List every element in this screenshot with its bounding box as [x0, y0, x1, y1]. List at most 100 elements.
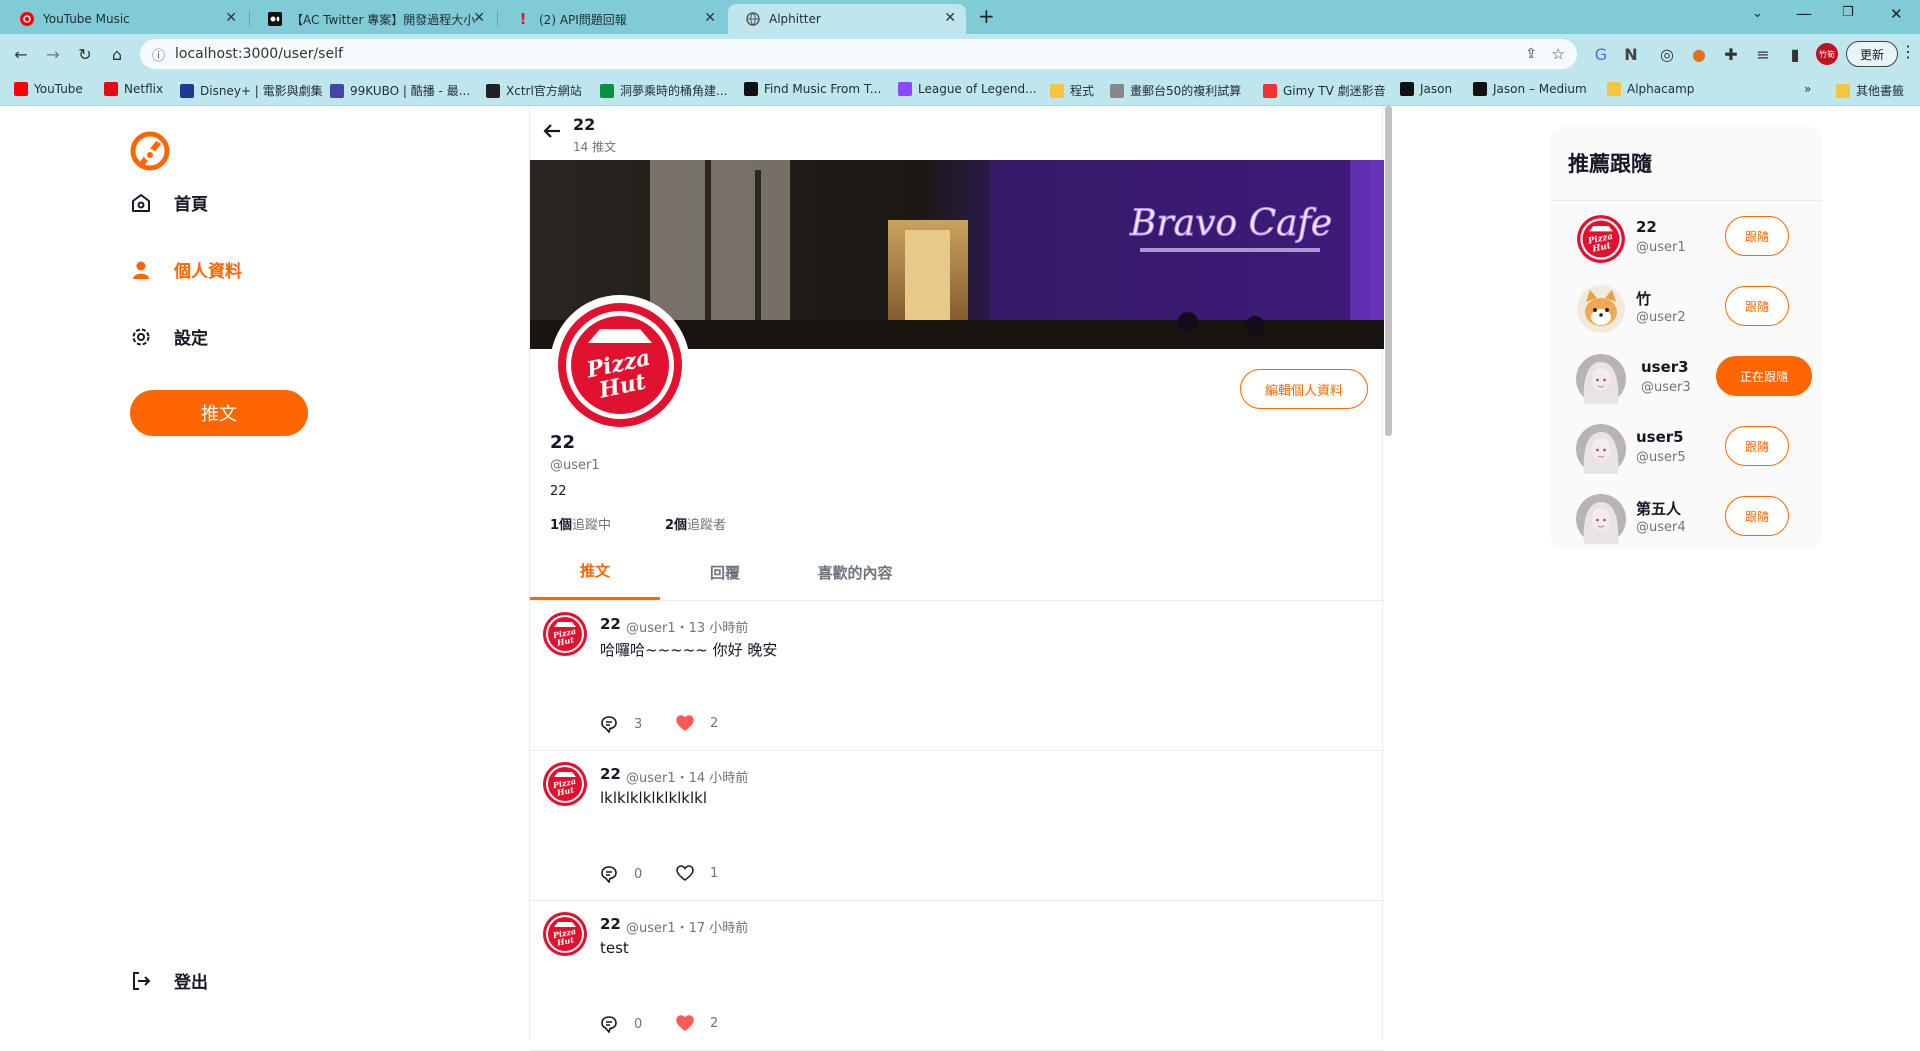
logout-button[interactable]: 登出: [130, 968, 208, 993]
tweet-item[interactable]: Pizza Hut 22 @user1・13 小時前 哈囉哈~~~~~ 你好 晚安…: [530, 601, 1384, 751]
recommend-user: Pizza Hut 22 @user1 跟隨: [1576, 210, 1816, 266]
tab-likes[interactable]: 喜歡的內容: [790, 544, 920, 600]
browser-tab[interactable]: ! (2) API問題回報 ✕: [498, 4, 726, 34]
bookmark-item[interactable]: Jason – Medium: [1473, 82, 1587, 96]
extension-cookie-icon[interactable]: ●: [1688, 43, 1710, 65]
more-bookmarks-icon[interactable]: »: [1804, 82, 1811, 96]
profile-avatar[interactable]: Pizza Hut: [550, 295, 690, 435]
extension-circle-icon[interactable]: ◎: [1656, 43, 1678, 65]
other-bookmarks[interactable]: 其他書籤: [1836, 82, 1904, 99]
like-button[interactable]: 2: [676, 1015, 718, 1031]
tab-search-icon[interactable]: ⌄: [1752, 6, 1763, 21]
browser-tab[interactable]: 【AC Twitter 專案】開發過程大小 ✕: [250, 4, 495, 34]
follow-button[interactable]: 跟隨: [1725, 496, 1789, 536]
follow-button-label: 跟隨: [1744, 229, 1769, 244]
medium-icon: [268, 12, 282, 26]
reply-button[interactable]: 3: [600, 715, 642, 733]
bookmark-icon: [1263, 83, 1277, 98]
bookmark-item[interactable]: Alphacamp: [1607, 82, 1694, 96]
recommend-avatar[interactable]: [1576, 424, 1626, 474]
window-close-icon[interactable]: ✕: [1890, 5, 1903, 23]
bookmark-item[interactable]: Xctrl官方網站: [486, 82, 582, 99]
sidebar-item-label: 個人資料: [174, 262, 242, 282]
reply-button[interactable]: 0: [600, 1015, 642, 1033]
browser-tab-active[interactable]: Alphitter ✕: [728, 4, 966, 34]
tweet-button-label: 推文: [201, 404, 237, 424]
close-icon[interactable]: ✕: [473, 10, 485, 26]
restore-icon[interactable]: ❐: [1842, 5, 1854, 20]
sidebar-item-home[interactable]: 首頁: [130, 190, 208, 215]
back-arrow-icon[interactable]: [543, 123, 561, 139]
bookmark-item[interactable]: 程式: [1050, 82, 1094, 99]
tweet-avatar[interactable]: Pizza Hut: [542, 761, 588, 807]
recommend-avatar[interactable]: [1576, 494, 1626, 544]
like-button[interactable]: 1: [676, 865, 718, 881]
tweet-avatar[interactable]: Pizza Hut: [542, 911, 588, 957]
bookmark-item[interactable]: Find Music From T...: [744, 82, 881, 96]
edit-profile-button[interactable]: 編輯個人資料: [1240, 369, 1368, 409]
reading-list-icon[interactable]: ≡: [1752, 43, 1774, 65]
bookmark-item[interactable]: YouTube: [14, 82, 83, 96]
bookmark-item[interactable]: Jason: [1400, 82, 1452, 96]
tweet-item[interactable]: Pizza Hut 22 @user1・17 小時前 test 0 2: [530, 901, 1384, 1051]
followers-link[interactable]: 2個 追蹤者: [665, 514, 726, 533]
reply-button[interactable]: 0: [600, 865, 642, 883]
like-count: 1: [710, 865, 719, 881]
bookmark-icon: [1110, 83, 1124, 98]
side-panel-icon[interactable]: ▮: [1784, 43, 1806, 65]
reload-icon[interactable]: ↻: [74, 43, 96, 65]
minimize-icon[interactable]: —: [1796, 4, 1812, 23]
back-icon[interactable]: ←: [10, 43, 32, 65]
bookmark-item[interactable]: 洞夢乘時的桶角建...: [600, 82, 727, 99]
follow-button[interactable]: 跟隨: [1725, 216, 1789, 256]
recommend-handle: @user3: [1641, 380, 1691, 395]
tweet-author-name: 22: [600, 765, 621, 783]
follow-button[interactable]: 跟隨: [1725, 286, 1789, 326]
close-icon[interactable]: ✕: [944, 10, 956, 26]
close-icon[interactable]: ✕: [225, 10, 237, 26]
recommend-avatar[interactable]: [1576, 354, 1626, 404]
recommend-handle: @user2: [1636, 310, 1686, 325]
bookmark-label: Jason – Medium: [1493, 82, 1587, 96]
home-icon[interactable]: ⌂: [106, 43, 128, 65]
bookmark-item[interactable]: 99KUBO | 酷播 - 最...: [330, 82, 470, 99]
bookmark-item[interactable]: League of Legend...: [898, 82, 1037, 96]
profile-avatar[interactable]: 竹筍: [1816, 43, 1838, 65]
bookmark-item[interactable]: Netflix: [104, 82, 163, 96]
star-icon[interactable]: ☆: [1552, 45, 1565, 63]
sidebar-item-profile[interactable]: 個人資料: [130, 257, 242, 282]
close-icon[interactable]: ✕: [704, 10, 716, 26]
tab-title: YouTube Music: [43, 12, 130, 26]
following-button[interactable]: 正在跟隨: [1716, 356, 1812, 396]
extensions-icon[interactable]: ✚: [1720, 43, 1742, 65]
tab-replies[interactable]: 回覆: [660, 544, 790, 600]
forward-icon[interactable]: →: [42, 43, 64, 65]
alphitter-logo[interactable]: [130, 131, 170, 171]
sidebar-item-settings[interactable]: 設定: [130, 324, 208, 349]
following-link[interactable]: 1個 追蹤中: [550, 514, 611, 533]
address-bar[interactable]: ⓘ localhost:3000/user/self ⇪ ☆: [140, 39, 1577, 69]
bookmark-item[interactable]: Disney+ | 電影與劇集: [180, 82, 323, 99]
translate-icon[interactable]: G: [1590, 43, 1612, 65]
update-button[interactable]: 更新: [1846, 41, 1898, 67]
tweet-button[interactable]: 推文: [130, 390, 308, 436]
like-button[interactable]: 2: [676, 715, 718, 731]
profile-tabs: 推文 回覆 喜歡的內容: [530, 544, 1384, 601]
recommend-avatar[interactable]: [1576, 284, 1626, 334]
menu-icon[interactable]: ⋮: [1900, 42, 1916, 61]
share-icon[interactable]: ⇪: [1525, 46, 1537, 62]
tweet-avatar[interactable]: Pizza Hut: [542, 611, 588, 657]
scrollbar-thumb[interactable]: [1385, 106, 1392, 436]
tab-tweets[interactable]: 推文: [530, 544, 660, 600]
recommend-avatar[interactable]: Pizza Hut: [1576, 214, 1626, 264]
exclamation-icon: !: [519, 10, 527, 28]
follow-button[interactable]: 跟隨: [1725, 426, 1789, 466]
browser-tab[interactable]: YouTube Music ✕: [2, 4, 247, 34]
bookmark-icon: [744, 82, 758, 96]
tweet-item[interactable]: Pizza Hut 22 @user1・14 小時前 lklklklklklklk…: [530, 751, 1384, 901]
new-tab-icon[interactable]: +: [978, 4, 995, 28]
bookmark-item[interactable]: Gimy TV 劇迷影音: [1263, 82, 1386, 99]
bookmark-item[interactable]: 畫郵台50的複利試算: [1110, 82, 1241, 99]
extension-n-icon[interactable]: N: [1620, 43, 1642, 65]
bookmark-label: Disney+ | 電影與劇集: [200, 84, 323, 98]
